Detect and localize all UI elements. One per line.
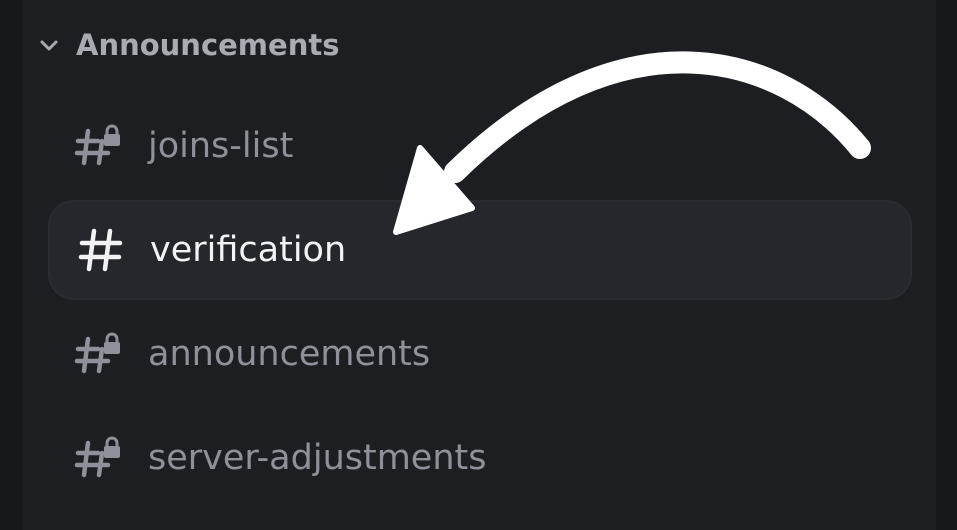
channel-label: verification (150, 230, 347, 270)
channel-joins-list[interactable]: joins-list (48, 96, 912, 196)
locked-hash-icon (74, 436, 120, 478)
category-announcements[interactable]: Announcements (36, 24, 339, 66)
category-label: Announcements (76, 28, 340, 62)
chevron-down-icon (40, 40, 58, 51)
hash-icon (78, 228, 123, 272)
locked-hash-icon (74, 332, 120, 374)
channel-announcements[interactable]: announcements (48, 304, 912, 404)
channel-label: server-adjustments (148, 438, 487, 478)
locked-hash-icon (74, 124, 120, 166)
channel-label: joins-list (148, 126, 294, 166)
channel-label: announcements (148, 334, 431, 374)
channel-server-adjustments[interactable]: server-adjustments (48, 408, 912, 508)
channel-verification[interactable]: verification (48, 200, 912, 300)
